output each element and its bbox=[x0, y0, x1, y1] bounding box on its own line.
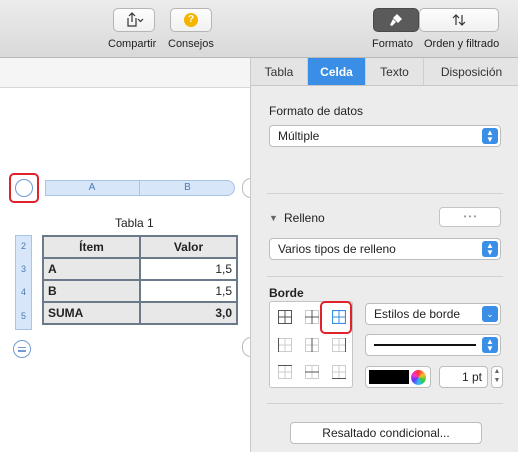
table-cell-value[interactable]: 1,5 bbox=[139, 279, 238, 303]
fill-title: Relleno bbox=[284, 211, 325, 225]
row-number-4[interactable]: 4 bbox=[15, 287, 32, 297]
popup-arrows-icon: ▲ ▼ bbox=[482, 241, 498, 257]
fill-popup[interactable]: Varios tipos de relleno ▲ ▼ bbox=[269, 238, 501, 260]
table-header-cell[interactable]: Valor bbox=[139, 235, 238, 259]
inspector-tabs: Tabla Celda Texto Disposición bbox=[251, 58, 518, 86]
table-cell-item[interactable]: A bbox=[42, 257, 141, 281]
border-width-stepper[interactable]: ▲ ▼ bbox=[491, 366, 503, 388]
popup-arrows-icon: ▲ ▼ bbox=[482, 128, 498, 144]
table-row: SUMA 3,0 bbox=[42, 301, 238, 325]
right-border-icon[interactable] bbox=[332, 338, 346, 352]
table-row: A 1,5 bbox=[42, 257, 238, 281]
sort-filter-button[interactable] bbox=[419, 8, 499, 32]
row-number-3[interactable]: 3 bbox=[15, 264, 32, 274]
tab-text[interactable]: Texto bbox=[366, 58, 424, 85]
line-style-preview bbox=[374, 344, 476, 346]
border-title: Borde bbox=[269, 286, 304, 300]
left-border-icon[interactable] bbox=[278, 338, 292, 352]
top-border-icon[interactable] bbox=[278, 365, 292, 379]
sort-filter-label: Orden y filtrado bbox=[424, 38, 500, 50]
fill-more-button[interactable]: • • • bbox=[439, 207, 501, 227]
border-color-well[interactable] bbox=[365, 366, 431, 388]
tips-button[interactable]: ? bbox=[170, 8, 212, 32]
format-label: Formato bbox=[372, 38, 413, 50]
tips-icon: ? bbox=[184, 13, 198, 27]
horizontal-border-icon[interactable] bbox=[305, 365, 319, 379]
data-format-popup[interactable]: Múltiple ▲ ▼ bbox=[269, 125, 501, 147]
share-label: Compartir bbox=[108, 38, 157, 50]
toolbar: ? Compartir Consejos Formato Orden y fil… bbox=[0, 0, 518, 58]
table-row: B 1,5 bbox=[42, 279, 238, 303]
format-button[interactable] bbox=[373, 8, 419, 32]
divider bbox=[267, 403, 503, 404]
line-style-popup[interactable]: ▲ ▼ bbox=[365, 334, 501, 356]
select-table-highlight bbox=[9, 173, 39, 203]
all-borders-icon[interactable] bbox=[278, 310, 292, 324]
fill-value: Varios tipos de relleno bbox=[278, 242, 396, 256]
table-cell-item[interactable]: SUMA bbox=[42, 301, 141, 325]
inner-borders-icon[interactable] bbox=[305, 310, 319, 324]
outer-borders-highlight bbox=[320, 301, 352, 334]
data-table: Ítem Valor A 1,5 B 1,5 SUMA 3,0 bbox=[42, 235, 238, 325]
divider bbox=[267, 193, 503, 194]
fill-disclosure-icon[interactable]: ▼ bbox=[269, 213, 278, 223]
format-inspector: Tabla Celda Texto Disposición Formato de… bbox=[250, 58, 518, 452]
tips-label: Consejos bbox=[168, 38, 214, 50]
add-row-handle[interactable] bbox=[13, 340, 31, 358]
chevron-down-icon: ⌄ bbox=[482, 306, 498, 322]
table-header-row: Ítem Valor bbox=[42, 235, 238, 259]
table-cell-item[interactable]: B bbox=[42, 279, 141, 303]
row-number-5[interactable]: 5 bbox=[15, 311, 32, 321]
popup-arrows-icon: ▲ ▼ bbox=[482, 337, 498, 353]
add-row-icon bbox=[18, 346, 26, 348]
table-cell-value[interactable]: 1,5 bbox=[139, 257, 238, 281]
bottom-border-icon[interactable] bbox=[332, 365, 346, 379]
canvas-header-bar bbox=[0, 58, 250, 88]
canvas: A B Tabla 1 2 3 4 5 Ítem Valor A 1,5 B 1… bbox=[0, 89, 260, 452]
border-width-field[interactable]: 1 pt bbox=[439, 366, 488, 388]
tab-table[interactable]: Tabla bbox=[251, 58, 308, 85]
share-button[interactable] bbox=[113, 8, 155, 32]
table-title: Tabla 1 bbox=[115, 216, 154, 230]
paintbrush-icon bbox=[390, 14, 402, 26]
conditional-highlight-button[interactable]: Resaltado condicional... bbox=[290, 422, 482, 444]
share-icon bbox=[127, 12, 144, 27]
color-wheel-icon[interactable] bbox=[411, 370, 426, 385]
row-number-2[interactable]: 2 bbox=[15, 241, 32, 251]
column-letter-a[interactable]: A bbox=[45, 181, 140, 195]
table-header-cell[interactable]: Ítem bbox=[42, 235, 141, 259]
table-cell-value[interactable]: 3,0 bbox=[139, 301, 238, 325]
sort-icon bbox=[452, 14, 466, 26]
data-format-title: Formato de datos bbox=[269, 104, 364, 118]
data-format-value: Múltiple bbox=[278, 129, 320, 143]
border-color-swatch bbox=[369, 370, 409, 384]
vertical-border-icon[interactable] bbox=[305, 338, 319, 352]
divider bbox=[267, 276, 503, 277]
column-letter-b[interactable]: B bbox=[140, 181, 235, 195]
border-style-value: Estilos de borde bbox=[374, 307, 461, 321]
border-style-popup[interactable]: Estilos de borde ⌄ bbox=[365, 303, 501, 325]
tab-cell[interactable]: Celda bbox=[308, 58, 366, 85]
tab-layout[interactable]: Disposición bbox=[424, 58, 518, 85]
